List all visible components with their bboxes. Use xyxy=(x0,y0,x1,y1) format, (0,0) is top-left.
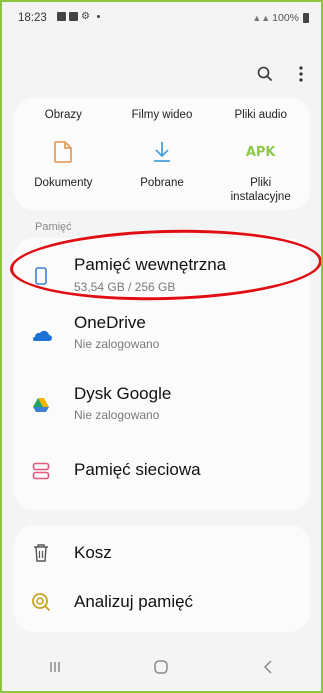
search-icon[interactable] xyxy=(253,62,277,86)
storage-item-network[interactable]: Pamięć sieciowa xyxy=(14,458,310,518)
status-bar: 18:23 ⚙ ▲▲ 100% xyxy=(2,2,321,38)
phone-screen: 18:23 ⚙ ▲▲ 100% Obrazy Filmy wideo Pliki… xyxy=(2,2,321,691)
analyze-storage-icon xyxy=(30,591,52,613)
category-installers[interactable]: APK Pliki instalacyjne xyxy=(211,138,310,204)
storage-section-label: Pamięć xyxy=(35,221,72,233)
trash-icon xyxy=(30,542,52,564)
categories-row-2: Dokumenty Pobrane APK Pliki instalacyjne xyxy=(14,138,310,204)
battery-percent: 100% xyxy=(272,12,299,24)
tool-item-analyze[interactable]: Analizuj pamięć xyxy=(14,585,310,625)
network-storage-icon xyxy=(30,460,52,482)
dot-icon xyxy=(96,15,100,18)
document-icon xyxy=(54,138,73,166)
apk-icon: APK xyxy=(246,138,276,166)
gallery-icon xyxy=(57,12,66,21)
tools-card: Kosz Analizuj pamięć xyxy=(14,525,310,632)
toolbar xyxy=(253,62,313,86)
download-icon xyxy=(152,138,172,166)
category-documents[interactable]: Dokumenty xyxy=(14,138,113,204)
category-downloads-label: Pobrane xyxy=(140,177,184,189)
photo-icon xyxy=(69,12,78,21)
storage-network-title: Pamięć sieciowa xyxy=(74,460,201,479)
categories-row-1: Obrazy Filmy wideo Pliki audio xyxy=(14,109,310,121)
status-right: ▲▲ 100% xyxy=(252,12,309,24)
back-icon[interactable] xyxy=(248,652,288,682)
category-videos[interactable]: Filmy wideo xyxy=(113,109,212,121)
google-drive-icon xyxy=(30,394,52,416)
storage-item-onedrive[interactable]: OneDrive Nie zalogowano xyxy=(14,306,310,366)
more-vertical-icon[interactable] xyxy=(289,62,313,86)
home-icon[interactable] xyxy=(141,652,181,682)
storage-item-google-drive[interactable]: Dysk Google Nie zalogowano xyxy=(14,384,310,444)
notification-icons: ⚙ xyxy=(57,11,100,22)
apk-icon-text: APK xyxy=(245,144,276,160)
onedrive-icon xyxy=(30,324,52,346)
settings-icon: ⚙ xyxy=(81,11,90,22)
storage-google-drive-title: Dysk Google xyxy=(74,384,172,403)
storage-google-drive-status: Nie zalogowano xyxy=(74,408,160,422)
storage-onedrive-title: OneDrive xyxy=(74,313,146,332)
signal-icon: ▲▲ xyxy=(252,13,271,23)
category-documents-label: Dokumenty xyxy=(34,177,93,189)
status-time: 18:23 xyxy=(18,12,47,24)
recent-apps-icon[interactable] xyxy=(35,652,75,682)
storage-onedrive-status: Nie zalogowano xyxy=(74,337,160,351)
tool-trash-title: Kosz xyxy=(74,543,112,562)
category-images[interactable]: Obrazy xyxy=(14,109,113,121)
category-installers-label: Pliki instalacyjne xyxy=(230,177,291,203)
categories-card: Obrazy Filmy wideo Pliki audio Dokumenty… xyxy=(14,98,310,210)
category-audio[interactable]: Pliki audio xyxy=(211,109,310,121)
tool-analyze-title: Analizuj pamięć xyxy=(74,592,194,611)
category-downloads[interactable]: Pobrane xyxy=(113,138,212,204)
battery-icon xyxy=(303,13,309,23)
tool-item-trash[interactable]: Kosz xyxy=(14,535,310,575)
navigation-bar xyxy=(2,642,321,691)
